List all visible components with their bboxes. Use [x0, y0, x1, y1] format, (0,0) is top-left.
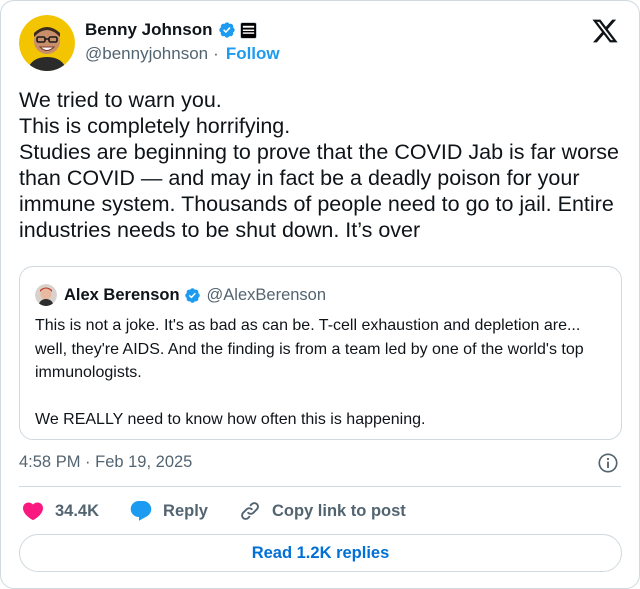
author-handle[interactable]: @bennyjohnson [85, 44, 208, 64]
copy-link-label: Copy link to post [271, 501, 406, 520]
verified-badge-icon [218, 22, 235, 38]
quoted-avatar-image [35, 284, 57, 306]
avatar-image [19, 15, 75, 71]
affiliation-badge-icon[interactable] [239, 21, 257, 39]
heart-icon [22, 502, 44, 521]
post-text: We tried to warn you. This is completely… [19, 88, 619, 242]
verified-badge-icon [184, 287, 200, 303]
speech-bubble-icon [130, 501, 152, 521]
info-icon[interactable] [597, 452, 619, 474]
separator: · [213, 44, 219, 63]
author-handle-row: @bennyjohnson · Follow [85, 44, 280, 64]
post-actions: 34.4K Reply Copy link to post [21, 498, 436, 524]
quoted-post[interactable]: Alex Berenson @AlexBerenson This is not … [19, 266, 622, 440]
divider [19, 486, 621, 487]
like-button[interactable]: 34.4K [21, 499, 99, 523]
quoted-author-handle: @AlexBerenson [206, 285, 327, 304]
quoted-post-text: This is not a joke. It's as bad as can b… [35, 317, 584, 428]
reply-label: Reply [163, 501, 208, 520]
read-replies-button[interactable]: Read 1.2K replies [19, 534, 622, 572]
author-info: Benny Johnson @bennyjohnson · Follow [85, 19, 280, 64]
x-logo-icon[interactable] [591, 17, 619, 45]
reply-button[interactable]: Reply [129, 499, 208, 523]
quoted-author-name: Alex Berenson [64, 285, 180, 304]
like-count: 34.4K [55, 501, 100, 520]
copy-link-button[interactable]: Copy link to post [238, 499, 406, 523]
follow-button[interactable]: Follow [226, 44, 280, 64]
link-icon [241, 502, 259, 520]
embedded-post-card: Benny Johnson @bennyjohnson · Follow We … [0, 0, 640, 589]
quoted-header: Alex Berenson @AlexBerenson [64, 284, 326, 306]
author-name-row: Benny Johnson [85, 19, 280, 41]
post-timestamp[interactable]: 4:58 PM · Feb 19, 2025 [19, 453, 192, 472]
quoted-author-avatar [35, 284, 57, 306]
author-avatar[interactable] [19, 15, 75, 71]
author-name[interactable]: Benny Johnson [85, 20, 213, 40]
